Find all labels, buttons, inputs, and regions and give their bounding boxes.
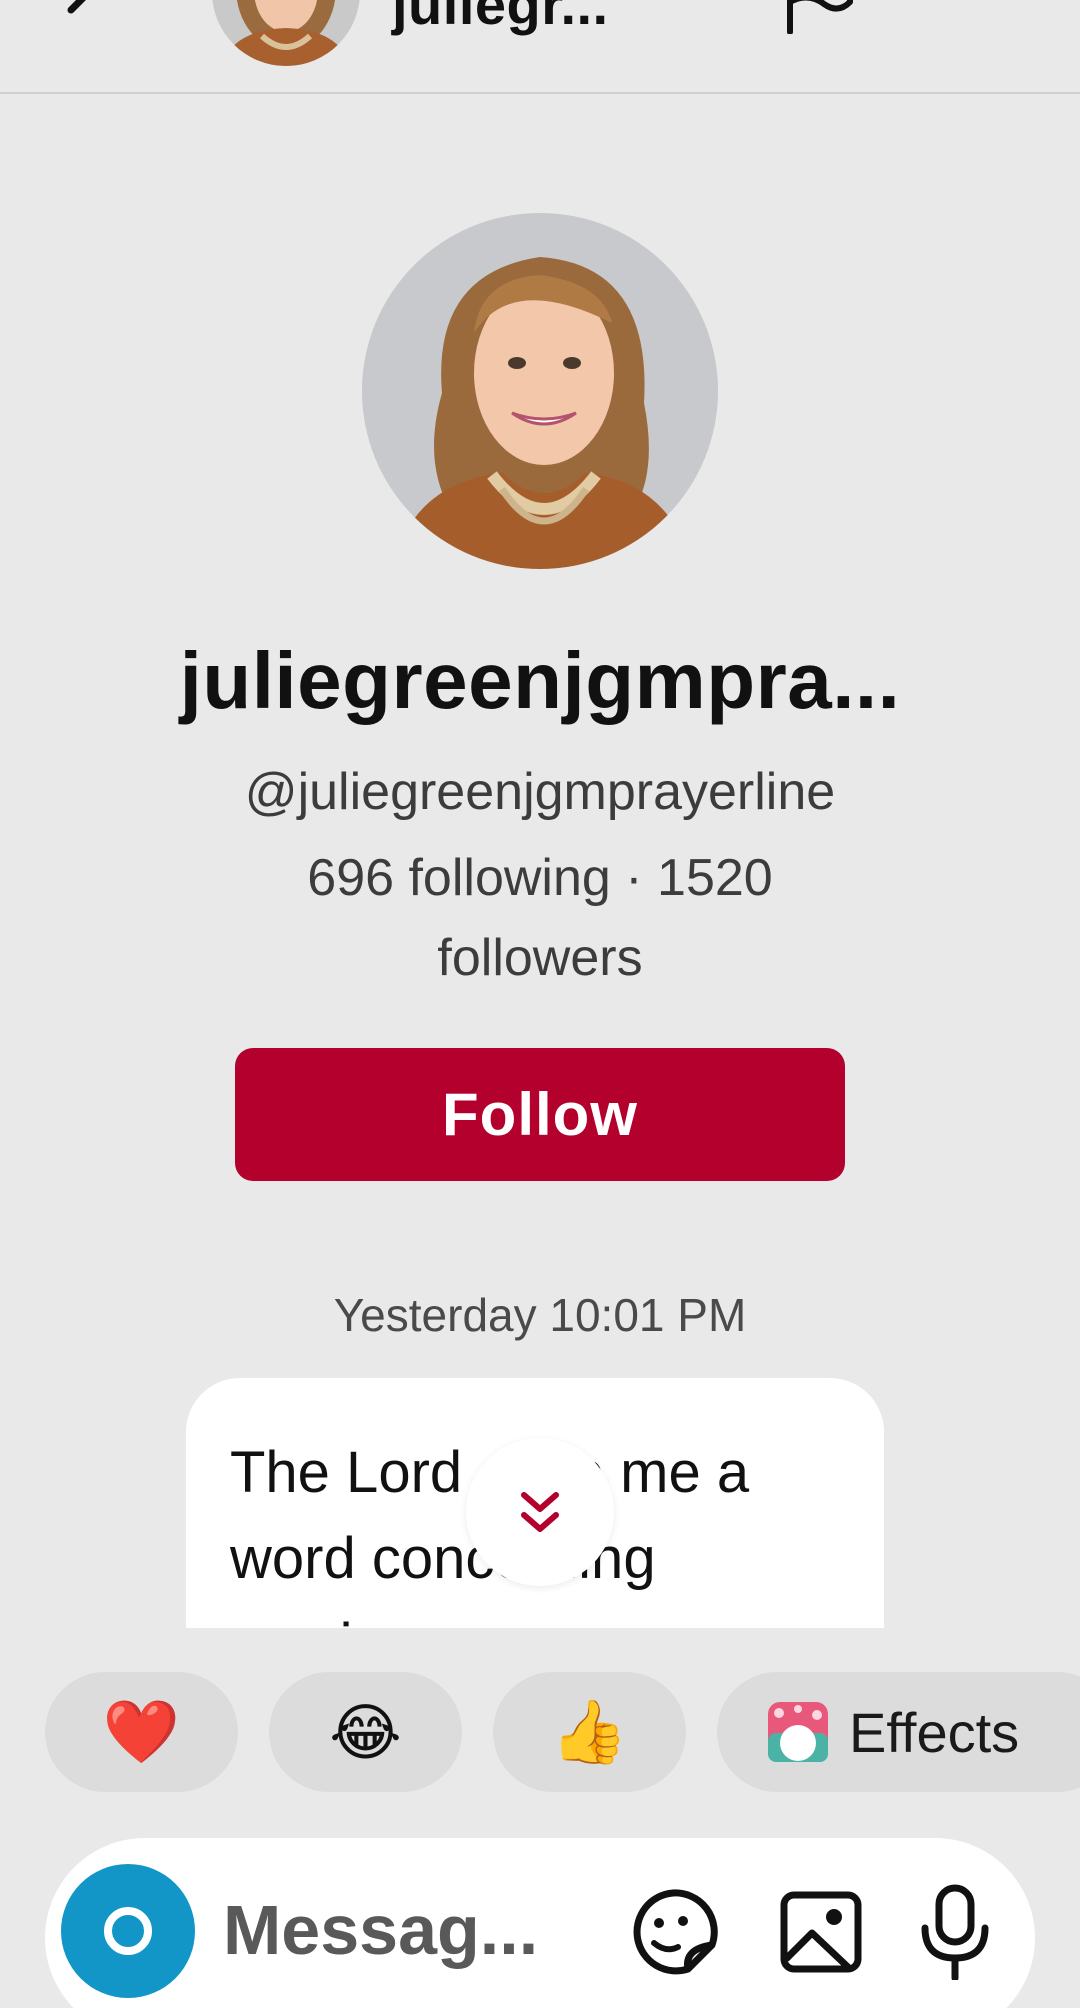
camera-icon [104,1907,152,1955]
follow-button[interactable]: Follow [235,1048,845,1181]
profile-display-name: juliegreenjgmpra... [179,636,901,725]
microphone-icon [921,1884,989,1980]
image-icon [780,1891,862,1973]
thumbs-up-icon: 👍 [550,1697,629,1767]
header-title[interactable]: juliegr... [392,0,609,37]
effects-button[interactable]: Effects [717,1672,1080,1792]
flag-icon [787,0,853,35]
sticker-button[interactable] [623,1882,723,1982]
profile-avatar[interactable] [362,213,718,569]
double-chevron-down-icon [521,1492,559,1532]
header-avatar[interactable] [212,0,360,66]
top-bar: juliegr... [0,0,1080,94]
heart-icon: ❤️ [102,1697,181,1767]
message-timestamp: Yesterday 10:01 PM [333,1289,747,1341]
avatar-image [212,0,360,66]
follow-stats: 696 following · 1520 followers [0,838,1080,998]
sparkle-gift-icon [768,1702,828,1762]
image-button[interactable] [771,1882,871,1982]
report-button[interactable] [780,0,860,35]
message-composer [45,1838,1035,2008]
effects-label: Effects [849,1700,1020,1764]
message-line-3: you in my prayers [230,1602,840,1628]
stats-line-1: 696 following · 1520 [307,849,773,907]
laughing-face-icon: 😂 [329,1698,402,1768]
stats-line-2: followers [437,929,643,987]
microphone-button[interactable] [905,1882,1005,1982]
sticker-icon [633,1889,718,1975]
profile-handle: @juliegreenjgmprayerline [244,763,836,821]
heart-reaction-button[interactable]: ❤️ [45,1672,238,1792]
laugh-reaction-button[interactable]: 😂 [269,1672,462,1792]
back-button[interactable] [55,0,115,40]
scroll-to-bottom-button[interactable] [466,1438,614,1586]
chat-screen: juliegr... juliegreenjgmpra... @juliegre… [0,0,1080,2008]
thumbs-up-reaction-button[interactable]: 👍 [493,1672,686,1792]
chevron-left-icon [67,0,86,14]
profile-photo [362,213,718,569]
camera-button[interactable] [61,1864,195,1998]
message-input[interactable] [223,1890,563,1970]
